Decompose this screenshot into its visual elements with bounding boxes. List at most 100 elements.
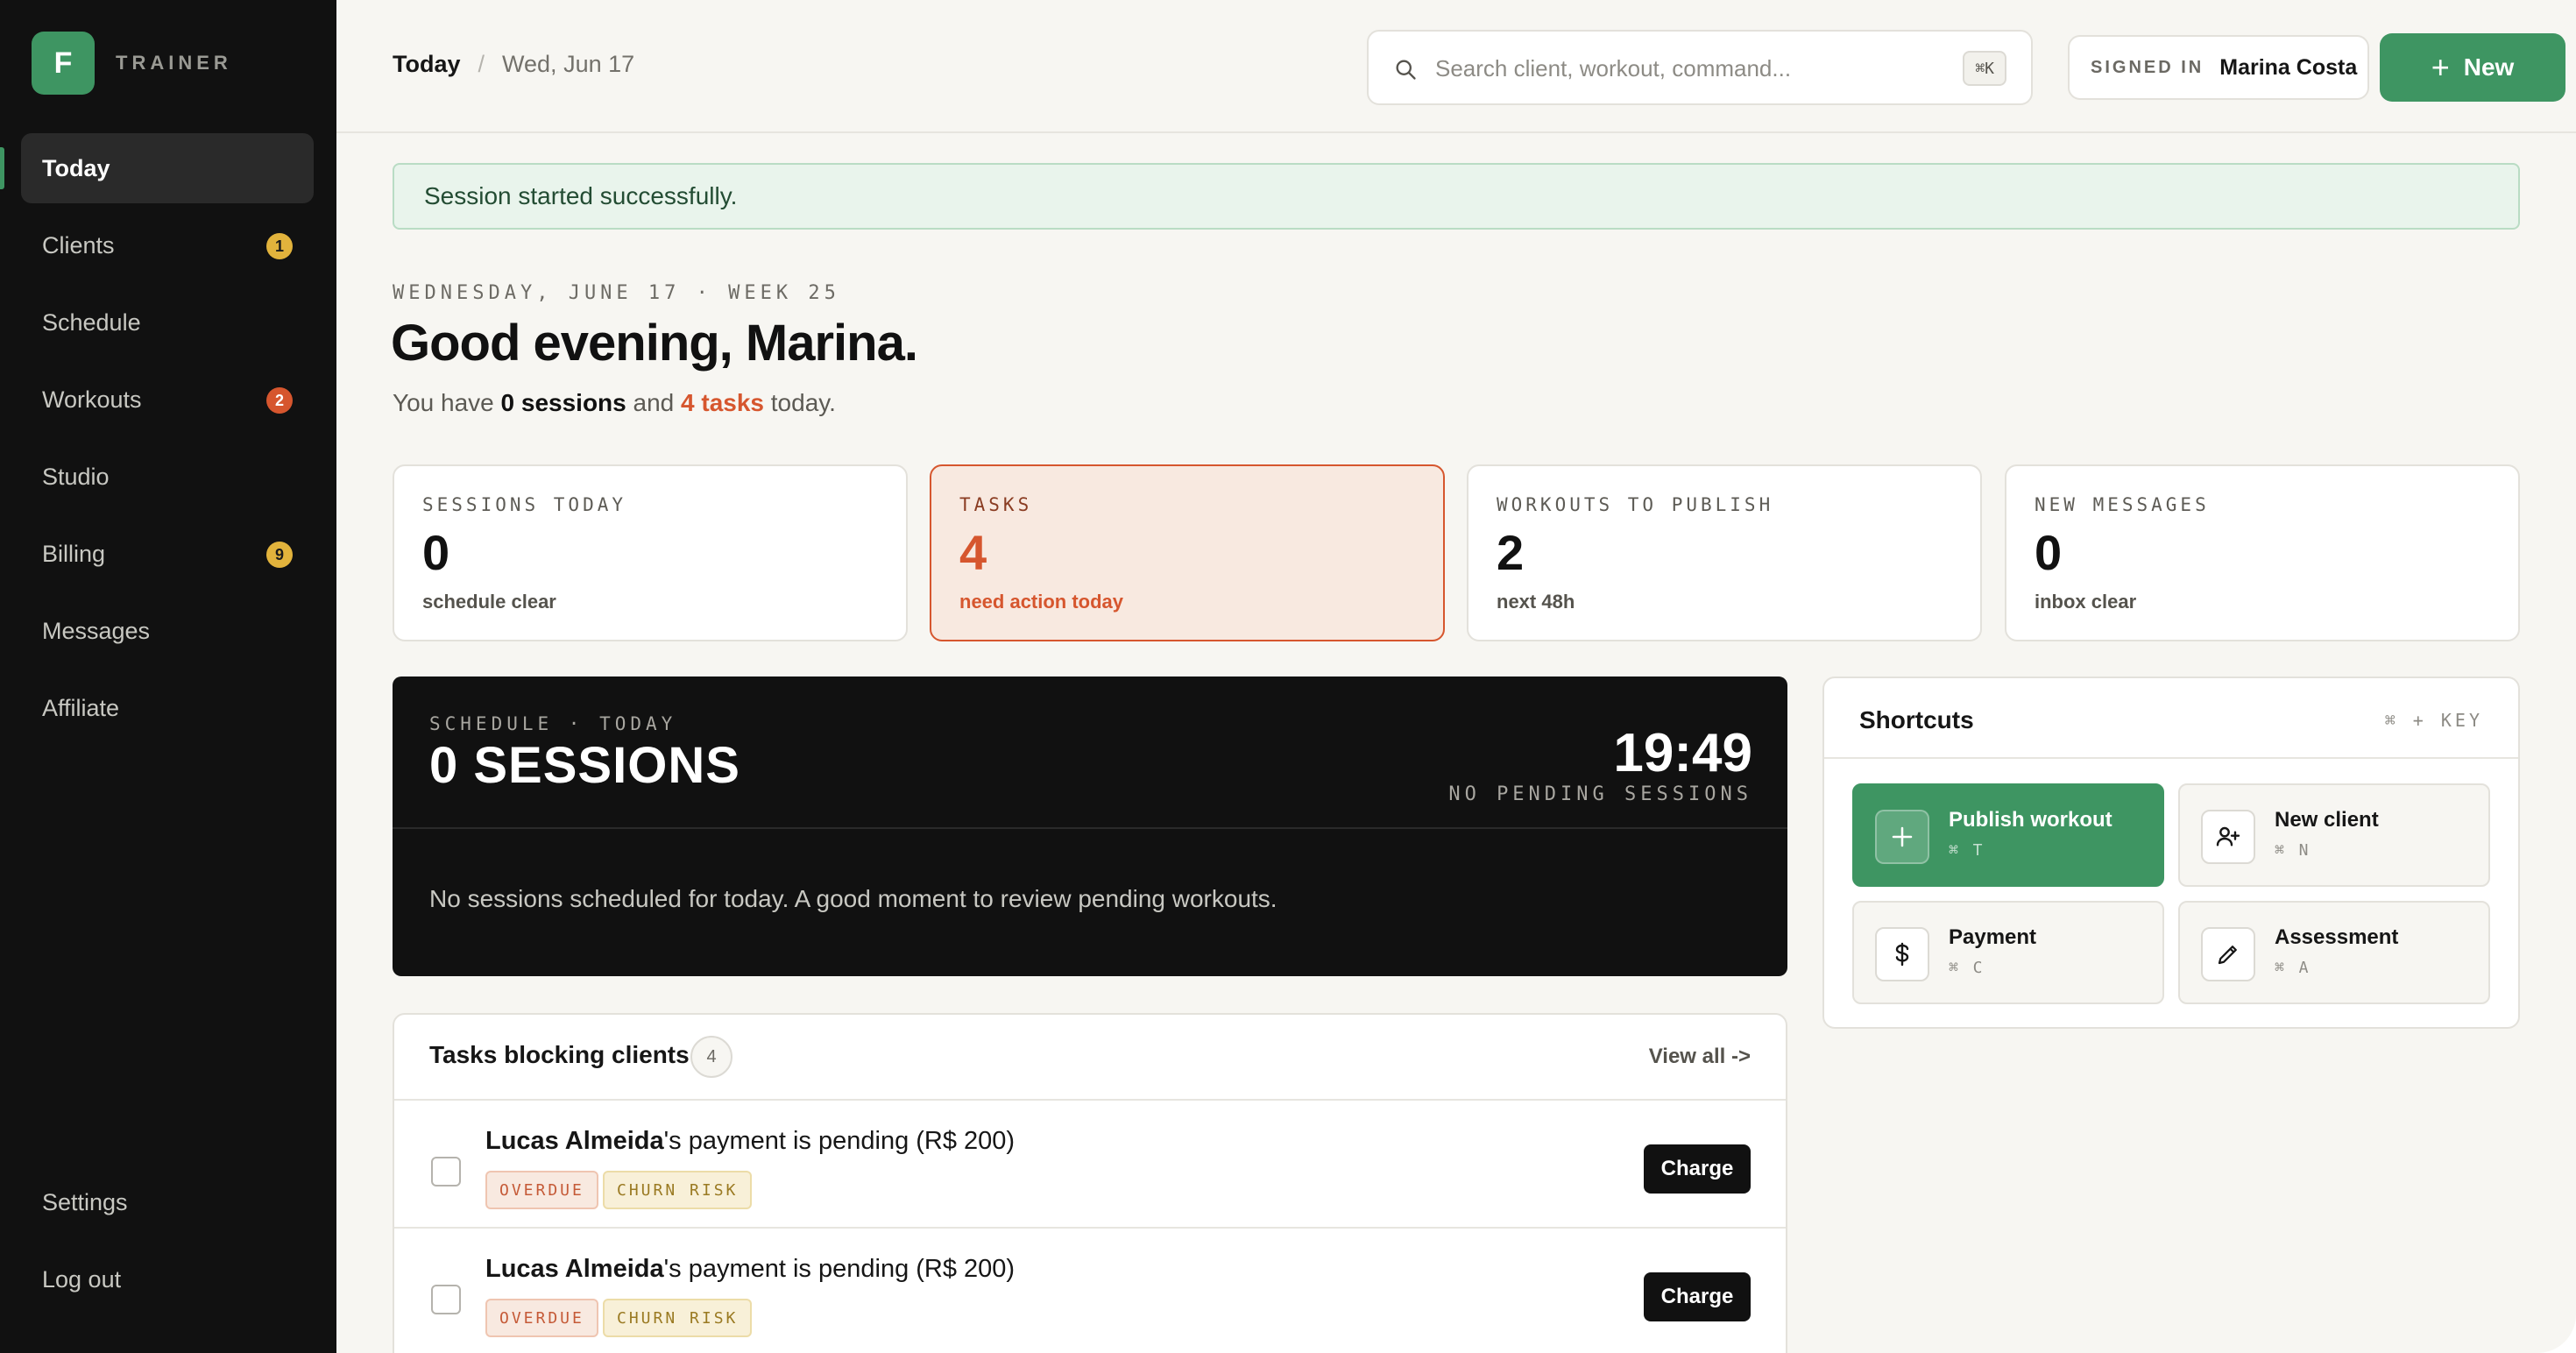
pencil-icon <box>2201 927 2255 981</box>
day-summary: You have 0 sessions and 4 tasks today. <box>393 389 836 417</box>
stat-label: WORKOUTS TO PUBLISH <box>1497 494 1774 515</box>
new-button[interactable]: + New <box>2380 33 2565 102</box>
tasks-count-badge: 4 <box>690 1036 732 1078</box>
shortcut-key: ⌘ C <box>1949 959 1985 977</box>
active-indicator <box>0 147 4 189</box>
sidebar-item-schedule[interactable]: Schedule <box>21 287 314 358</box>
sidebar-item-settings[interactable]: Settings <box>21 1167 314 1237</box>
task-row: Lucas Almeida's payment is pending (R$ 2… <box>394 1229 1786 1353</box>
shortcut-key: ⌘ A <box>2275 959 2311 977</box>
stat-value: 0 <box>422 525 450 580</box>
shortcut-key: ⌘ T <box>1949 841 1985 860</box>
task-checkbox[interactable] <box>431 1285 461 1314</box>
breadcrumb-separator: / <box>478 51 485 77</box>
stat-value: 4 <box>959 525 987 580</box>
tasks-panel: Tasks blocking clients 4 View all -> Luc… <box>393 1013 1787 1353</box>
user-plus-icon <box>2201 810 2255 864</box>
schedule-panel: SCHEDULE · TODAY 0 SESSIONS 19:49 NO PEN… <box>393 676 1787 976</box>
task-description: 's payment is pending (R$ 200) <box>663 1127 1016 1155</box>
breadcrumb: Today / Wed, Jun 17 <box>393 51 634 78</box>
schedule-empty-message: No sessions scheduled for today. A good … <box>429 885 1277 912</box>
search-shortcut: ⌘K <box>1963 51 2006 86</box>
brand[interactable]: F TRAINER <box>32 32 232 95</box>
new-button-label: New <box>2463 53 2515 81</box>
sidebar-item-label: Clients <box>42 231 115 259</box>
plus-icon: + <box>2431 49 2450 85</box>
sidebar-item-label: Affiliate <box>42 694 120 721</box>
shortcut-assessment[interactable]: Assessment ⌘ A <box>2178 901 2490 1004</box>
sidebar-item-clients[interactable]: Clients 1 <box>21 210 314 280</box>
sidebar-item-affiliate[interactable]: Affiliate <box>21 673 314 743</box>
stat-card-messages[interactable]: NEW MESSAGES 0 inbox clear <box>2005 464 2520 641</box>
success-alert: Session started successfully. <box>393 163 2520 230</box>
stat-card-tasks[interactable]: TASKS 4 need action today <box>930 464 1445 641</box>
brand-logo: F <box>32 32 95 95</box>
stat-subtext: inbox clear <box>2035 591 2137 613</box>
task-text: Lucas Almeida's payment is pending (R$ 2… <box>485 1255 1015 1284</box>
stat-label: TASKS <box>959 494 1033 515</box>
shortcut-label: Payment <box>1949 925 2037 949</box>
shortcut-publish-workout[interactable]: Publish workout ⌘ T <box>1852 783 2164 887</box>
sidebar-item-label: Billing <box>42 540 106 567</box>
shortcut-key: ⌘ N <box>2275 841 2311 860</box>
workouts-badge: 2 <box>266 387 293 414</box>
summary-suffix: today. <box>763 389 836 416</box>
current-time: 19:49 <box>1613 723 1752 783</box>
shortcut-label: Assessment <box>2275 925 2399 949</box>
sidebar: F TRAINER Today Clients 1 Schedule Worko… <box>0 0 336 1353</box>
page-title: Good evening, Marina. <box>391 315 918 372</box>
search-icon <box>1396 60 1416 80</box>
sidebar-item-label: Settings <box>42 1188 128 1215</box>
shortcut-label: Publish workout <box>1949 808 2112 832</box>
stat-value: 2 <box>1497 525 1525 580</box>
search-input[interactable] <box>1435 47 1926 89</box>
sidebar-item-label: Schedule <box>42 308 141 336</box>
tag-churn-risk: CHURN RISK <box>603 1299 753 1337</box>
sidebar-item-workouts[interactable]: Workouts 2 <box>21 365 314 435</box>
sidebar-item-today[interactable]: Today <box>21 133 314 203</box>
tag-churn-risk: CHURN RISK <box>603 1171 753 1209</box>
tag-overdue: OVERDUE <box>485 1299 598 1337</box>
divider <box>1824 757 2518 759</box>
stat-value: 0 <box>2035 525 2063 580</box>
view-all-link[interactable]: View all -> <box>1649 1045 1751 1069</box>
plus-icon <box>1875 810 1929 864</box>
shortcuts-hint: ⌘ + KEY <box>2384 710 2483 731</box>
signed-in-pill[interactable]: SIGNED IN Marina Costa <box>2068 35 2369 100</box>
task-client-name[interactable]: Lucas Almeida <box>485 1255 664 1283</box>
sidebar-item-logout[interactable]: Log out <box>21 1244 314 1314</box>
tag-overdue: OVERDUE <box>485 1171 598 1209</box>
search-box[interactable]: ⌘K <box>1367 30 2033 105</box>
summary-sessions: 0 sessions <box>500 389 626 416</box>
signed-in-label: SIGNED IN <box>2091 57 2204 77</box>
shortcuts-title: Shortcuts <box>1859 706 1974 733</box>
stat-card-sessions[interactable]: SESSIONS TODAY 0 schedule clear <box>393 464 908 641</box>
task-checkbox[interactable] <box>431 1157 461 1187</box>
brand-name: TRAINER <box>116 52 232 74</box>
charge-button[interactable]: Charge <box>1644 1144 1751 1194</box>
clients-badge: 1 <box>266 233 293 259</box>
shortcut-new-client[interactable]: New client ⌘ N <box>2178 783 2490 887</box>
billing-badge: 9 <box>266 542 293 568</box>
sidebar-item-studio[interactable]: Studio <box>21 442 314 512</box>
sidebar-item-billing[interactable]: Billing 9 <box>21 519 314 589</box>
sidebar-item-label: Messages <box>42 617 151 644</box>
schedule-label: SCHEDULE · TODAY <box>429 713 677 734</box>
dollar-icon <box>1875 927 1929 981</box>
breadcrumb-date: Wed, Jun 17 <box>502 51 635 77</box>
charge-button[interactable]: Charge <box>1644 1272 1751 1321</box>
shortcut-payment[interactable]: Payment ⌘ C <box>1852 901 2164 1004</box>
alert-text: Session started successfully. <box>424 182 738 209</box>
tasks-title: Tasks blocking clients <box>429 1041 690 1068</box>
stat-subtext: next 48h <box>1497 591 1575 613</box>
stat-card-workouts[interactable]: WORKOUTS TO PUBLISH 2 next 48h <box>1467 464 1982 641</box>
summary-mid: and <box>626 389 682 416</box>
stat-label: SESSIONS TODAY <box>422 494 627 515</box>
task-client-name[interactable]: Lucas Almeida <box>485 1127 664 1155</box>
shortcut-label: New client <box>2275 808 2379 832</box>
divider <box>393 827 1787 829</box>
breadcrumb-current[interactable]: Today <box>393 51 461 78</box>
date-eyebrow: WEDNESDAY, JUNE 17 · WEEK 25 <box>393 282 840 304</box>
top-header: Today / Wed, Jun 17 ⌘K SIGNED IN Marina … <box>336 0 2576 133</box>
sidebar-item-messages[interactable]: Messages <box>21 596 314 666</box>
